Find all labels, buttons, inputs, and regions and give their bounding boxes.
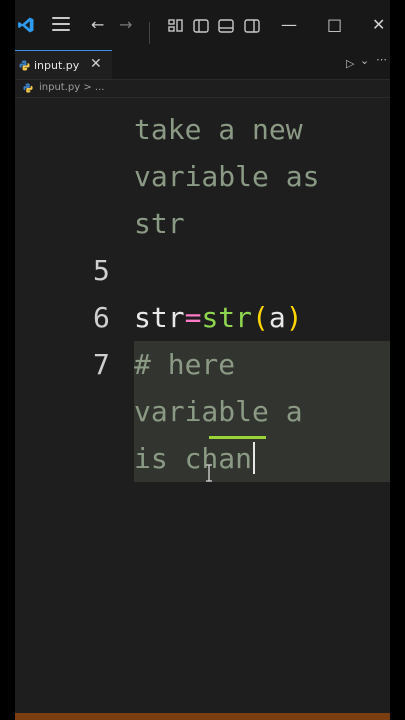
code-token: str — [201, 301, 253, 334]
tab-close-icon[interactable]: ✕ — [90, 56, 102, 72]
code-line[interactable]: take a new — [134, 106, 303, 153]
line-number: 6 — [93, 301, 110, 334]
tab-label: input.py — [34, 59, 80, 72]
python-file-icon — [23, 83, 33, 93]
status-bar — [15, 713, 390, 720]
title-bar: ← → — □ ✕ — [15, 0, 390, 50]
more-actions-icon[interactable]: ⋯ — [376, 53, 387, 66]
line-number: 5 — [93, 254, 110, 287]
mouse-ibeam-icon — [206, 464, 212, 482]
maximize-icon[interactable]: □ — [327, 17, 342, 33]
tab-input-py[interactable]: input.py ✕ — [15, 50, 112, 79]
minimize-icon[interactable]: — — [281, 17, 297, 33]
code-line[interactable]: # here — [134, 341, 235, 388]
code-line[interactable]: is chan — [134, 435, 256, 482]
code-token: a — [268, 301, 286, 334]
code-token: ) — [285, 301, 303, 334]
code-line[interactable]: str=str(a) — [134, 294, 303, 341]
vscode-logo-icon[interactable] — [17, 16, 35, 34]
toggle-primary-sidebar-icon[interactable] — [193, 19, 209, 33]
breadcrumb: input.py > ... — [15, 80, 390, 98]
titlebar-separator — [149, 22, 150, 44]
forward-arrow-icon[interactable]: → — [119, 17, 132, 33]
toggle-secondary-sidebar-icon[interactable] — [244, 19, 260, 33]
run-icon[interactable]: ▷ — [346, 57, 354, 70]
code-token: ( — [252, 301, 269, 334]
run-dropdown-icon[interactable]: ⌄ — [360, 54, 369, 67]
code-token: = — [184, 301, 202, 334]
code-line[interactable]: variable as — [134, 153, 319, 200]
tab-bar: input.py ✕ ▷ ⌄ ⋯ — [15, 50, 390, 80]
line-number: 7 — [93, 348, 110, 381]
breadcrumb-path[interactable]: input.py > ... — [39, 82, 104, 93]
python-file-icon — [19, 60, 30, 71]
toggle-panel-icon[interactable] — [218, 19, 234, 33]
code-token: str — [134, 301, 185, 334]
close-window-icon[interactable]: ✕ — [372, 17, 385, 33]
code-line[interactable]: str — [134, 200, 185, 247]
code-text: is chan — [134, 442, 253, 475]
code-line[interactable]: variable a — [134, 388, 303, 435]
text-cursor — [253, 442, 256, 474]
code-editor[interactable]: 5 6 7 take a new variable as str str=str… — [15, 98, 390, 713]
back-arrow-icon[interactable]: ← — [91, 17, 104, 33]
customize-layout-icon[interactable] — [168, 19, 183, 32]
hamburger-icon[interactable] — [52, 17, 70, 33]
vscode-window: ← → — □ ✕ input.py ✕ ▷ ⌄ ⋯ input.py > ..… — [15, 0, 390, 720]
